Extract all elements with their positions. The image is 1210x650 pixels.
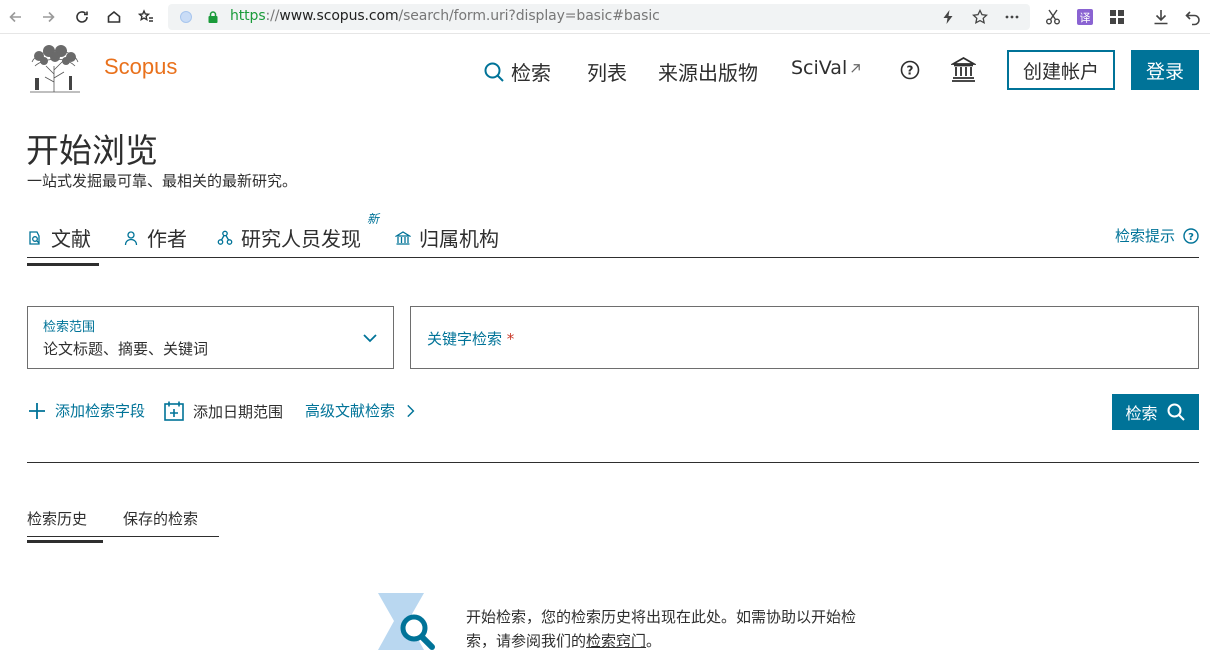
tab-researcher-discovery-label: 研究人员发现 bbox=[241, 227, 361, 251]
empty-history-illustration bbox=[378, 593, 435, 650]
help-circle-icon: ? bbox=[1183, 227, 1199, 244]
search-tips-inline-link[interactable]: 检索窍门 bbox=[586, 632, 646, 650]
tab-authors-label: 作者 bbox=[147, 227, 187, 251]
nav-sources[interactable]: 来源出版物 bbox=[658, 57, 758, 86]
elsevier-logo[interactable] bbox=[27, 44, 82, 94]
add-search-field-label: 添加检索字段 bbox=[55, 402, 146, 420]
more-icon[interactable] bbox=[1004, 9, 1020, 25]
svg-text:?: ? bbox=[1188, 231, 1194, 242]
plus-icon bbox=[29, 402, 45, 419]
nav-lists-label: 列表 bbox=[587, 61, 627, 85]
brand-name[interactable]: Scopus bbox=[104, 54, 177, 80]
tab-saved-searches[interactable]: 保存的检索 bbox=[123, 508, 198, 529]
network-icon bbox=[217, 230, 233, 245]
reload-icon[interactable] bbox=[72, 7, 92, 27]
search-button-label: 检索 bbox=[1125, 404, 1158, 423]
tab-documents[interactable]: 文献 bbox=[27, 223, 99, 266]
nav-lists[interactable]: 列表 bbox=[587, 57, 627, 86]
building-icon bbox=[395, 230, 411, 245]
tab-documents-label: 文献 bbox=[51, 227, 91, 251]
page-title: 开始浏览 bbox=[26, 131, 158, 170]
back-icon[interactable] bbox=[6, 7, 26, 27]
apps-grid-icon[interactable] bbox=[1108, 8, 1126, 26]
search-button[interactable]: 检索 bbox=[1112, 394, 1199, 430]
add-date-range-label: 添加日期范围 bbox=[193, 402, 284, 421]
search-icon bbox=[484, 62, 504, 82]
nav-sources-label: 来源出版物 bbox=[658, 61, 758, 85]
history-tabs: 检索历史 保存的检索 bbox=[27, 504, 219, 543]
home-icon[interactable] bbox=[104, 7, 124, 27]
search-tips-link[interactable]: 检索提示 ? bbox=[1115, 225, 1199, 246]
url-text: https://www.scopus.com/search/form.uri?d… bbox=[230, 8, 660, 24]
help-icon[interactable]: ? bbox=[900, 60, 920, 80]
tab-authors[interactable]: 作者 bbox=[123, 223, 187, 252]
tab-affiliations-label: 归属机构 bbox=[419, 227, 499, 251]
document-search-icon bbox=[29, 230, 40, 245]
star-icon[interactable] bbox=[972, 9, 988, 25]
login-button[interactable]: 登录 bbox=[1131, 50, 1199, 90]
keyword-search-input[interactable]: 关键字检索 * bbox=[410, 306, 1199, 369]
nav-search-label: 检索 bbox=[511, 61, 551, 85]
empty-history-message: 开始检索，您的检索历史将出现在此处。如需协助以开始检索，请参阅我们的检索窍门。 bbox=[466, 608, 857, 650]
chevron-right-icon bbox=[407, 404, 415, 417]
add-search-field-button[interactable]: 添加检索字段 bbox=[27, 400, 145, 421]
tab-affiliations[interactable]: 归属机构 bbox=[395, 223, 499, 252]
search-type-tabs: 文献 作者 研究人员发现 归属机构 bbox=[27, 218, 1199, 266]
undo-icon[interactable] bbox=[1184, 8, 1202, 26]
lock-icon bbox=[208, 11, 218, 23]
search-tips-label: 检索提示 bbox=[1114, 227, 1175, 245]
person-icon bbox=[124, 230, 138, 245]
section-divider bbox=[27, 462, 1199, 463]
external-link-icon bbox=[851, 63, 861, 73]
calendar-add-icon bbox=[164, 401, 184, 421]
advanced-search-label: 高级文献检索 bbox=[305, 402, 396, 420]
download-icon[interactable] bbox=[1152, 8, 1170, 26]
address-bar[interactable]: https://www.scopus.com/search/form.uri?d… bbox=[168, 4, 1030, 30]
new-badge: 新 bbox=[367, 212, 380, 226]
required-mark: * bbox=[506, 330, 515, 348]
add-date-range-button[interactable]: 添加日期范围 bbox=[163, 400, 283, 422]
keyword-search-placeholder: 关键字检索 * bbox=[427, 330, 515, 348]
search-scope-value: 论文标题、摘要、关键词 bbox=[43, 340, 209, 358]
search-scope-select[interactable]: 检索范围 论文标题、摘要、关键词 bbox=[27, 306, 394, 369]
favorites-icon[interactable] bbox=[136, 7, 156, 27]
page-subtitle: 一站式发掘最可靠、最相关的最新研究。 bbox=[27, 172, 298, 190]
search-scope-label: 检索范围 bbox=[43, 320, 96, 335]
tab-researcher-discovery[interactable]: 研究人员发现 bbox=[217, 223, 361, 252]
create-account-button[interactable]: 创建帐户 bbox=[1007, 50, 1115, 90]
institution-icon[interactable] bbox=[951, 56, 976, 82]
nav-search[interactable]: 检索 bbox=[483, 57, 551, 86]
forward-icon[interactable] bbox=[38, 7, 58, 27]
svg-text:?: ? bbox=[907, 64, 914, 78]
nav-scival[interactable]: SciVal bbox=[791, 57, 862, 79]
translate-icon[interactable]: 译 bbox=[1076, 8, 1094, 26]
scissors-icon[interactable] bbox=[1044, 8, 1062, 26]
chevron-down-icon bbox=[363, 334, 377, 343]
advanced-search-link[interactable]: 高级文献检索 bbox=[305, 400, 419, 421]
site-info-icon[interactable] bbox=[180, 11, 192, 23]
svg-text:译: 译 bbox=[1080, 12, 1091, 25]
lightning-icon[interactable] bbox=[940, 9, 956, 25]
tab-search-history[interactable]: 检索历史 bbox=[27, 508, 104, 543]
browser-toolbar: https://www.scopus.com/search/form.uri?d… bbox=[0, 0, 1210, 34]
nav-scival-label: SciVal bbox=[791, 57, 848, 79]
search-icon bbox=[1167, 403, 1185, 421]
